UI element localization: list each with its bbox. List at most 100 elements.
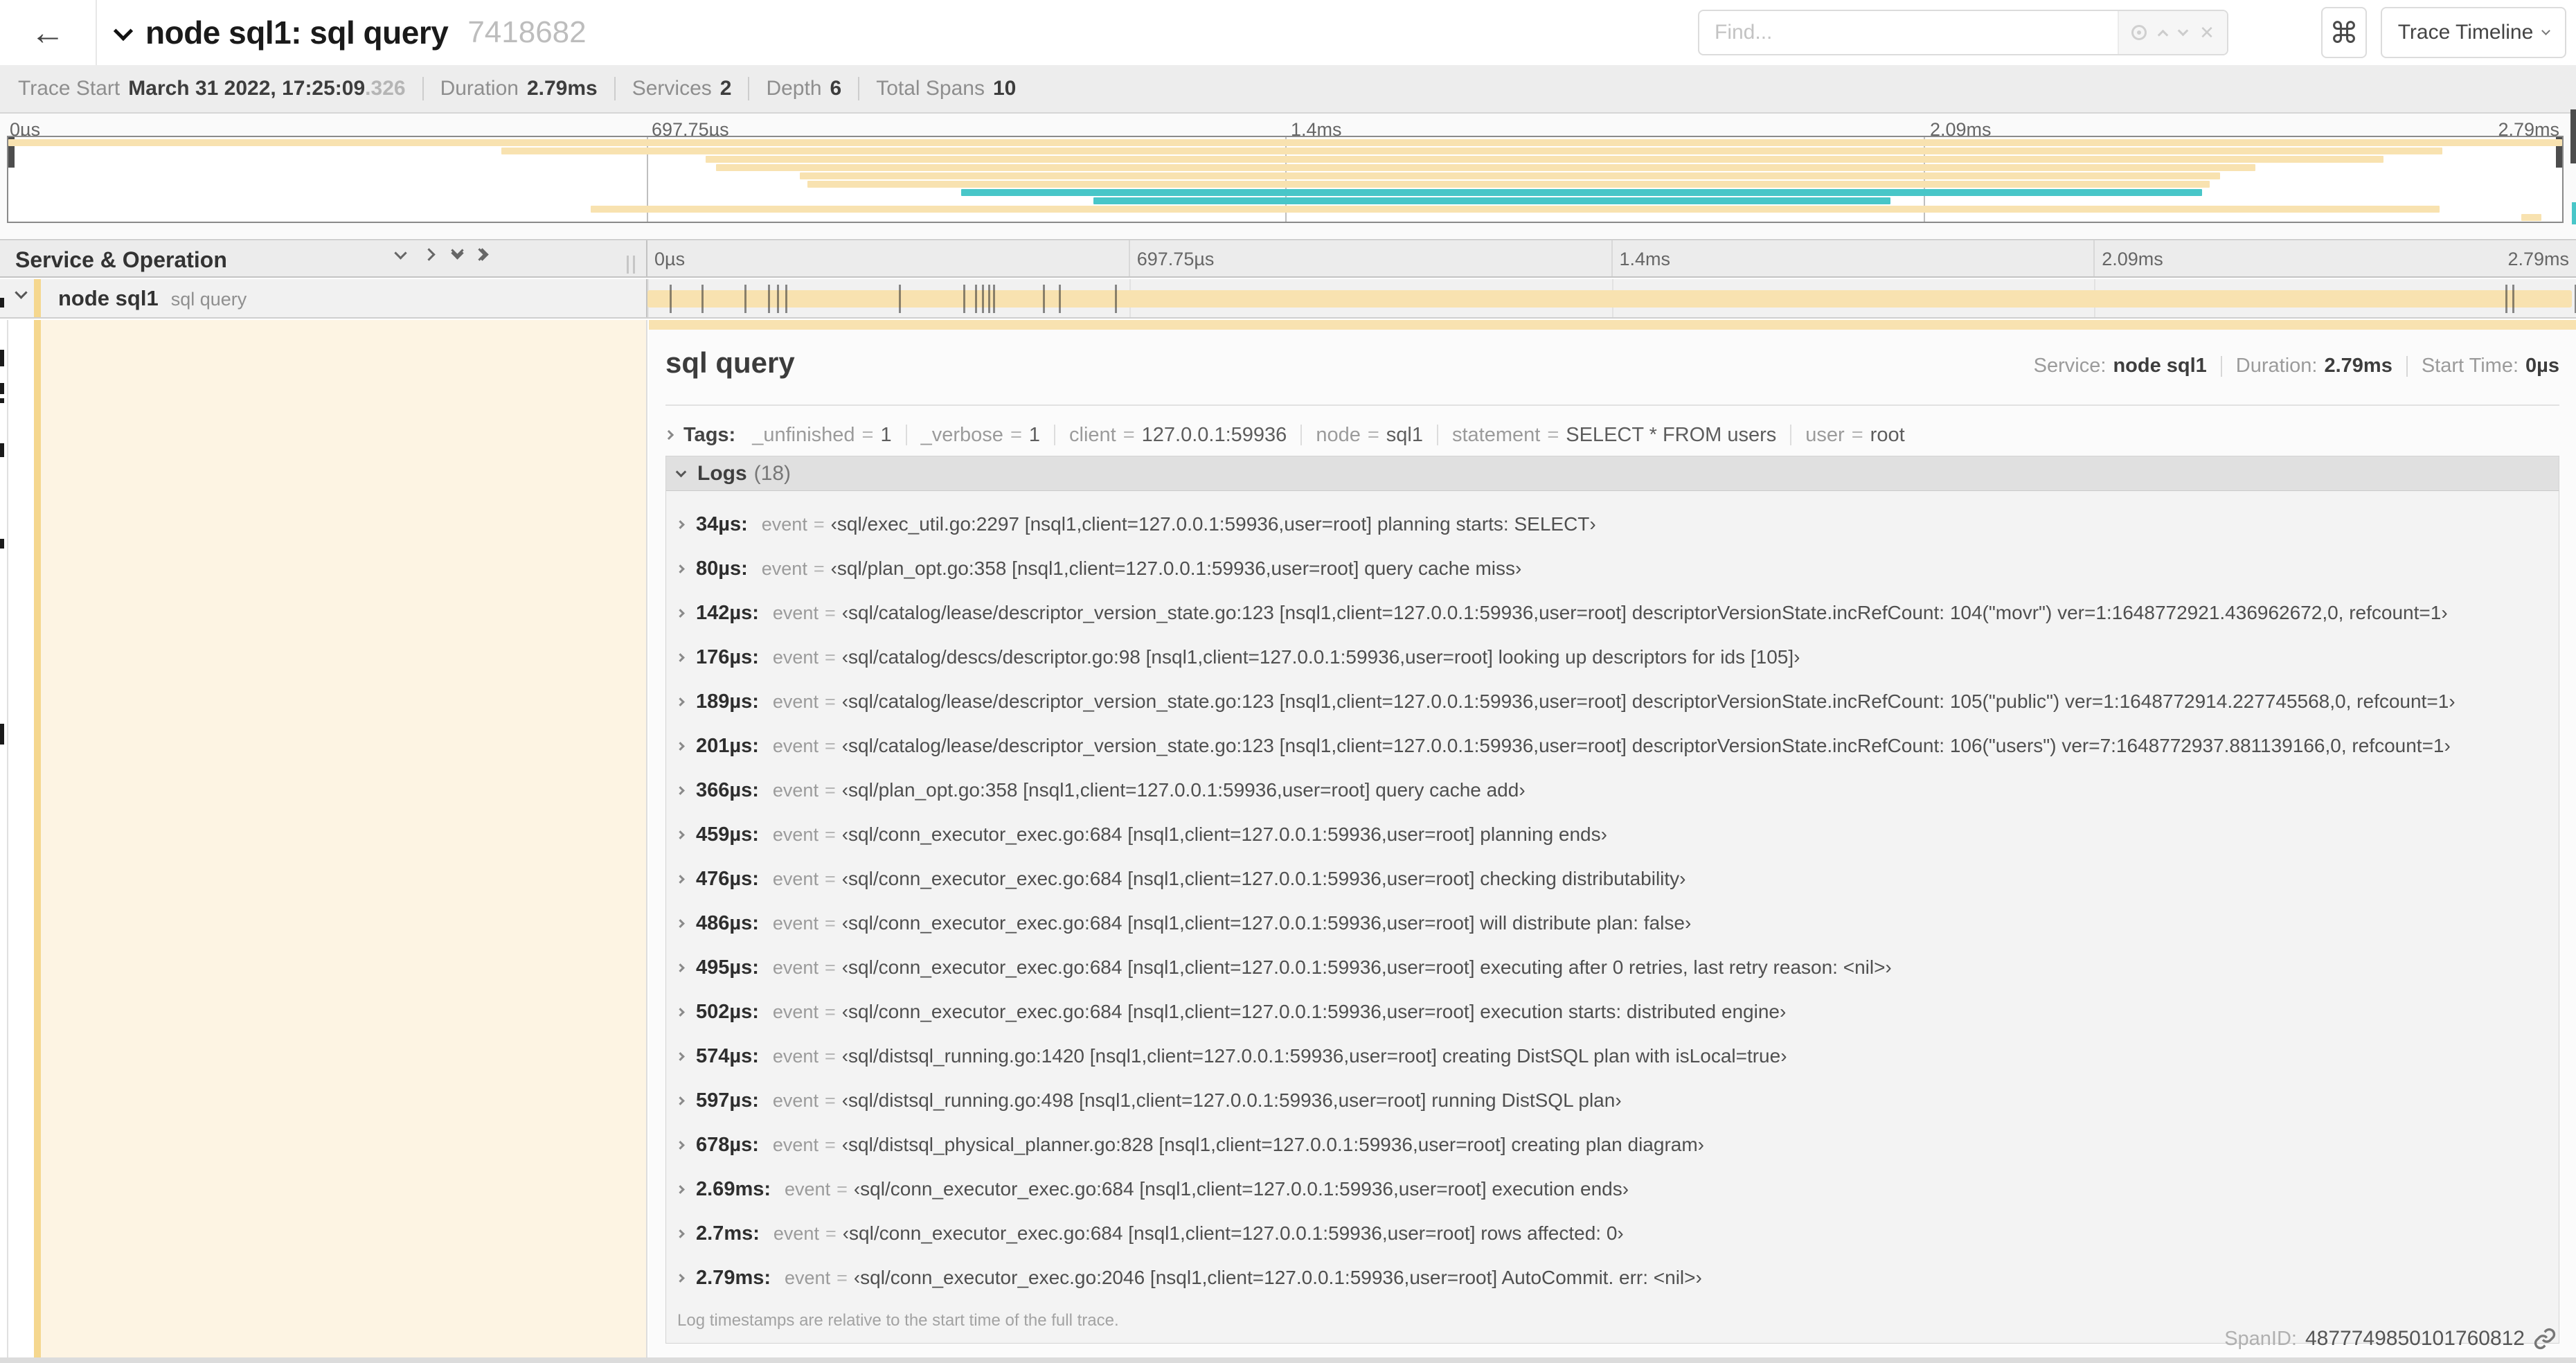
log-row[interactable]: 502µs: event = ‹sql/conn_executor_exec.go:6…	[666, 990, 2559, 1034]
left-edge-mark	[0, 539, 4, 549]
span-service-name: node sql1 sql query	[58, 286, 247, 310]
log-row[interactable]: 366µs: event = ‹sql/plan_opt.go:358 [nsql1,…	[666, 768, 2559, 812]
overview-separator	[2406, 355, 2408, 377]
spanid-footer: SpanID: 4877749850101760812	[2224, 1327, 2557, 1351]
service-operation-column-header: Service & Operation	[0, 240, 647, 276]
collapse-all-icon[interactable]	[451, 243, 464, 260]
chevron-right-icon	[676, 785, 685, 795]
log-marker[interactable]	[963, 285, 966, 313]
log-marker[interactable]	[785, 285, 787, 313]
log-row[interactable]: 678µs: event = ‹sql/distsql_physical_planne…	[666, 1123, 2559, 1167]
log-row[interactable]: 142µs: event = ‹sql/catalog/lease/descripto…	[666, 591, 2559, 635]
find-next-icon[interactable]	[2177, 25, 2189, 37]
span-name-cell[interactable]: node sql1 sql query	[0, 279, 647, 317]
log-row[interactable]: 486µs: event = ‹sql/conn_executor_exec.go:6…	[666, 901, 2559, 945]
summary-separator	[858, 77, 860, 100]
command-icon: ⌘	[2329, 16, 2359, 49]
tag-item: statement = SELECT * FROM users	[1451, 423, 1777, 446]
chevron-right-icon	[676, 874, 685, 884]
minimap-canvas[interactable]	[7, 136, 2564, 223]
logs-header[interactable]: Logs (18)	[666, 456, 2559, 491]
span-collapse-icon[interactable]	[15, 286, 28, 299]
log-marker[interactable]	[1042, 285, 1045, 313]
link-icon[interactable]	[2533, 1327, 2557, 1351]
chevron-right-icon	[676, 697, 685, 706]
chevron-right-icon	[676, 1096, 685, 1105]
minimap-span	[1093, 197, 1891, 204]
timeline-tick-label: 2.09ms	[2093, 240, 2576, 276]
log-row[interactable]: 597µs: event = ‹sql/distsql_running.go:498 …	[666, 1078, 2559, 1123]
keyboard-shortcuts-button[interactable]: ⌘	[2321, 7, 2367, 58]
chevron-right-icon	[676, 1273, 685, 1283]
log-row[interactable]: 459µs: event = ‹sql/conn_executor_exec.go:6…	[666, 812, 2559, 857]
left-edge-mark	[0, 443, 4, 457]
summary-item: Total Spans 10	[876, 77, 1017, 100]
left-edge-mark	[0, 398, 4, 403]
log-marker[interactable]	[669, 285, 672, 313]
log-row[interactable]: 80µs: event = ‹sql/plan_opt.go:358 [nsql1,c…	[666, 546, 2559, 591]
log-row[interactable]: 2.79ms: event = ‹sql/conn_executor_exec.go:…	[666, 1256, 2559, 1300]
log-row[interactable]: 176µs: event = ‹sql/catalog/descs/descripto…	[666, 635, 2559, 679]
log-marker[interactable]	[988, 285, 991, 313]
log-marker[interactable]	[2512, 285, 2515, 313]
left-edge-mark	[0, 383, 4, 394]
log-row[interactable]: 34µs: event = ‹sql/exec_util.go:2297 [nsql1…	[666, 502, 2559, 546]
view-selector-button[interactable]: Trace Timeline	[2381, 7, 2566, 58]
tags-list: _unfinished = 1 _verbose = 1 client = 127.0.0.1:…	[752, 424, 1904, 447]
log-row[interactable]: 495µs: event = ‹sql/conn_executor_exec.go:6…	[666, 945, 2559, 990]
log-marker[interactable]	[2505, 285, 2508, 313]
log-marker[interactable]	[701, 285, 704, 313]
summary-separator	[422, 77, 424, 100]
trace-id: 7418682	[467, 15, 587, 49]
summary-item: Services 2	[632, 77, 732, 100]
chevron-right-icon	[676, 918, 685, 928]
detail-accent-bar	[34, 320, 41, 1357]
collapse-trace-icon[interactable]	[113, 21, 134, 41]
tag-item: node = sql1	[1316, 423, 1423, 446]
log-marker[interactable]	[1114, 285, 1117, 313]
log-marker[interactable]	[982, 285, 985, 313]
log-marker[interactable]	[1058, 285, 1061, 313]
log-marker[interactable]	[767, 285, 770, 313]
locate-icon[interactable]	[2131, 25, 2147, 40]
chevron-right-icon	[676, 741, 685, 751]
find-input[interactable]	[1699, 11, 2119, 54]
log-row[interactable]: 574µs: event = ‹sql/distsql_running.go:1420…	[666, 1034, 2559, 1078]
span-duration-bar[interactable]	[647, 290, 2572, 308]
log-marker[interactable]	[776, 285, 779, 313]
log-marker[interactable]	[975, 285, 978, 313]
left-edge-mark	[0, 298, 4, 308]
log-row[interactable]: 201µs: event = ‹sql/catalog/lease/descripto…	[666, 724, 2559, 768]
back-arrow-icon: ←	[30, 13, 65, 52]
span-row[interactable]: node sql1 sql query	[0, 279, 2576, 319]
grid-header: Service & Operation 0µs 697.75µs 1.4ms 2.09…	[0, 239, 2576, 278]
span-operation-name: sql query	[170, 289, 247, 310]
summary-separator	[748, 77, 750, 100]
chevron-right-icon	[676, 1140, 685, 1150]
summary-item: Trace Start March 31 2022, 17:25:09.326	[18, 77, 406, 100]
find-box: ✕	[1698, 10, 2228, 55]
span-bar-cell[interactable]	[647, 279, 2576, 317]
collapse-one-icon[interactable]	[394, 246, 407, 260]
summary-separator	[614, 77, 616, 100]
log-row[interactable]: 2.7ms: event = ‹sql/conn_executor_exec.go:6…	[666, 1211, 2559, 1256]
log-row[interactable]: 189µs: event = ‹sql/catalog/lease/descripto…	[666, 679, 2559, 724]
minimap-span	[807, 181, 2210, 188]
log-row[interactable]: 476µs: event = ‹sql/conn_executor_exec.go:6…	[666, 857, 2559, 901]
log-marker[interactable]	[744, 285, 746, 313]
log-row[interactable]: 2.69ms: event = ‹sql/conn_executor_exec.go:…	[666, 1167, 2559, 1211]
find-prev-icon[interactable]	[2157, 29, 2169, 40]
column-resizer-grip[interactable]	[627, 256, 635, 274]
expand-one-icon[interactable]	[422, 248, 436, 261]
tag-separator	[1436, 425, 1438, 445]
log-marker[interactable]	[993, 285, 996, 313]
overview-separator	[2220, 355, 2222, 377]
back-button[interactable]: ←	[0, 0, 97, 65]
minimap-span	[501, 148, 2442, 154]
find-clear-icon[interactable]: ✕	[2199, 24, 2215, 42]
detail-row-background	[41, 320, 647, 1357]
log-marker[interactable]	[899, 285, 902, 313]
expand-all-icon[interactable]	[473, 248, 489, 261]
tags-accordion[interactable]: Tags: _unfinished = 1 _verbose = 1 client = 127.…	[663, 417, 2559, 453]
scrollbar-thumb[interactable]	[2570, 109, 2576, 163]
